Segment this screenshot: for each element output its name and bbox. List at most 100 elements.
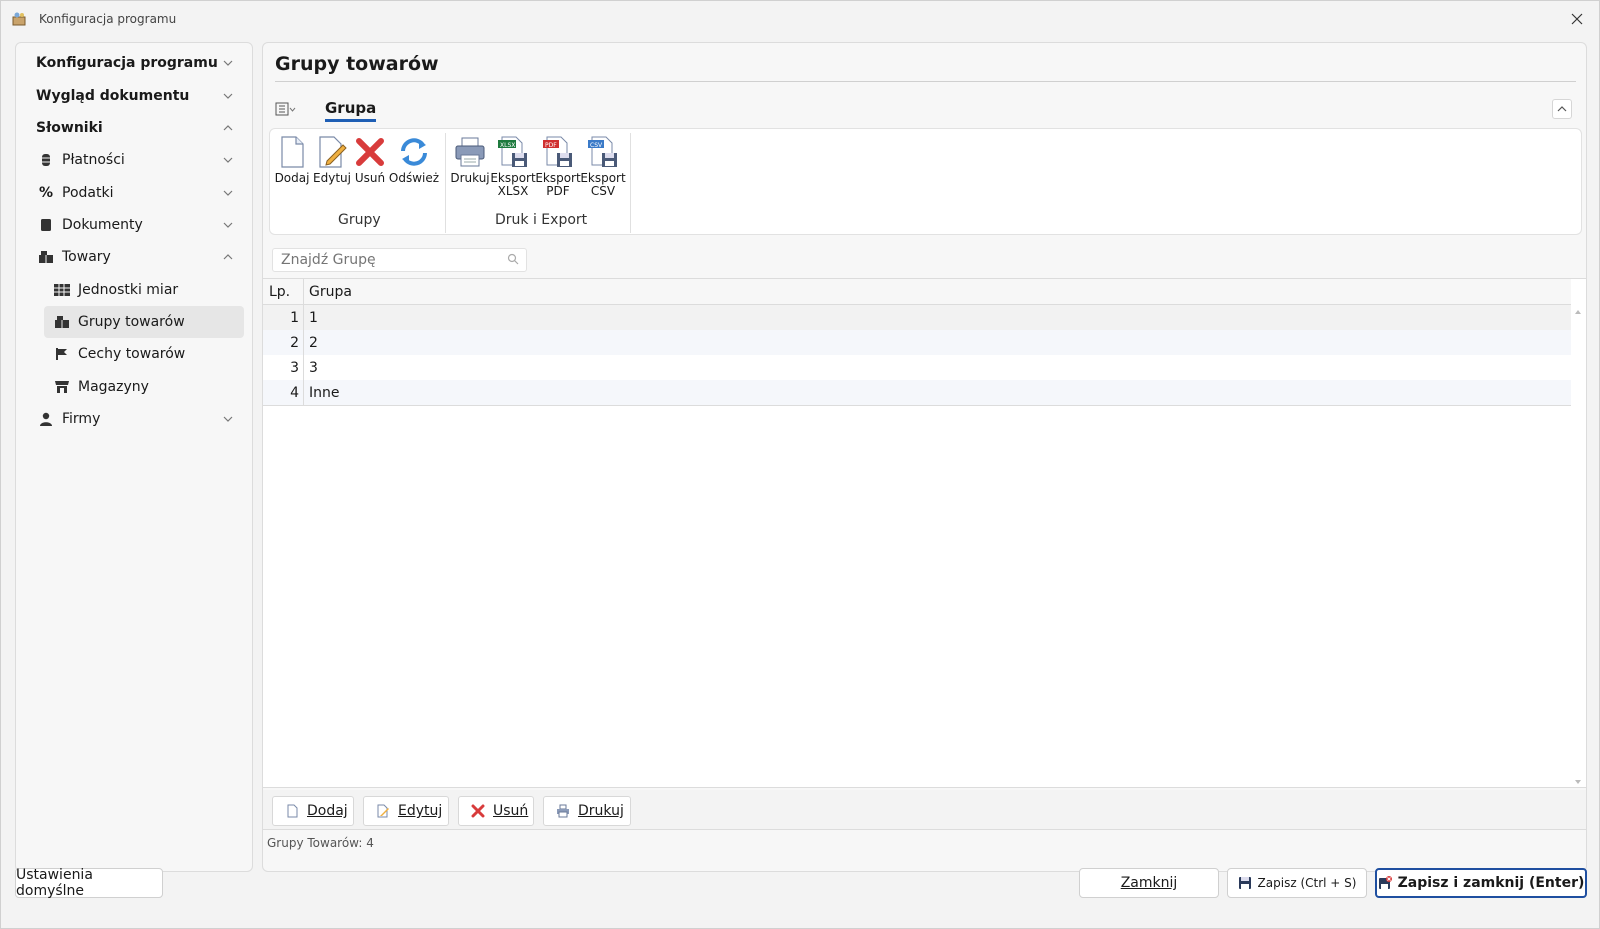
sidebar-item-dokumenty[interactable]: Dokumenty <box>16 209 252 241</box>
defaults-button[interactable]: Ustawienia domyślne <box>15 867 163 899</box>
ribbon-export-csv-button[interactable]: CSV Eksport CSV <box>580 135 626 198</box>
title-divider <box>275 81 1576 82</box>
edit-document-icon <box>319 136 347 168</box>
add-button-label: Dodaj <box>307 803 348 819</box>
coins-icon <box>38 152 54 168</box>
sidebar-item-konfiguracja[interactable]: Konfiguracja programu <box>16 47 252 79</box>
search-input[interactable] <box>272 248 527 272</box>
export-pdf-icon: PDF <box>543 136 572 167</box>
sidebar-item-grupy-towarow[interactable]: Grupy towarów <box>44 306 244 338</box>
ribbon-export-xlsx-button[interactable]: XLSX Eksport XLSX <box>490 135 536 198</box>
sidebar-item-label: Magazyny <box>78 379 149 395</box>
delete-button[interactable]: Usuń <box>458 796 534 826</box>
ribbon-edit-button[interactable]: Edytuj <box>313 135 351 185</box>
chevron-up-icon <box>223 254 233 260</box>
cell-lp: 4 <box>290 385 299 401</box>
ribbon-add-button[interactable]: Dodaj <box>275 135 309 185</box>
sidebar-item-label: Podatki <box>62 185 114 201</box>
table-row[interactable]: 4 Inne <box>263 380 1571 406</box>
ribbon-refresh-button[interactable]: Odśwież <box>389 135 439 185</box>
sidebar-item-cechy[interactable]: Cechy towarów <box>16 338 252 370</box>
sidebar-item-firmy[interactable]: Firmy <box>16 403 252 435</box>
table-row[interactable]: 2 2 <box>263 330 1571 356</box>
ribbon-collapse-button[interactable] <box>1552 99 1572 119</box>
cell-grupa: 2 <box>309 335 318 351</box>
edit-document-icon <box>377 804 389 818</box>
ribbon: Dodaj Edytuj Usuń Odśwież Grupy Drukuj X… <box>269 128 1582 235</box>
svg-text:XLSX: XLSX <box>500 142 515 149</box>
column-header-lp[interactable]: Lp. <box>269 284 290 300</box>
sidebar-item-label: Płatności <box>62 152 125 168</box>
ribbon-edit-label: Edytuj <box>313 171 351 185</box>
boxes-icon <box>38 249 54 265</box>
user-icon <box>38 411 54 427</box>
edit-button[interactable]: Edytuj <box>363 796 449 826</box>
window-title: Konfiguracja programu <box>39 12 177 26</box>
flag-icon <box>54 346 70 362</box>
sidebar-item-wyglad[interactable]: Wygląd dokumentu <box>16 80 252 112</box>
ribbon-print-button[interactable]: Drukuj <box>450 135 490 185</box>
vertical-scrollbar[interactable] <box>1571 305 1585 787</box>
save-and-close-button[interactable]: Zapisz i zamknij (Enter) <box>1375 868 1587 898</box>
tab-grupa[interactable]: Grupa <box>325 99 377 122</box>
delete-button-label: Usuń <box>493 803 529 819</box>
cell-lp: 2 <box>290 335 299 351</box>
add-button[interactable]: Dodaj <box>272 796 354 826</box>
export-xlsx-icon: XLSX <box>498 136 527 167</box>
sidebar-item-label: Wygląd dokumentu <box>36 88 190 104</box>
sidebar-item-towary[interactable]: Towary <box>16 241 252 273</box>
sidebar: Konfiguracja programu Wygląd dokumentu S… <box>15 42 253 872</box>
ribbon-tab-bar: Grupa <box>269 94 1582 124</box>
ribbon-menu-icon[interactable] <box>275 101 297 117</box>
ribbon-delete-button[interactable]: Usuń <box>354 135 386 185</box>
table-row[interactable]: 1 1 <box>263 305 1571 331</box>
svg-text:PDF: PDF <box>545 142 557 149</box>
sidebar-item-magazyny[interactable]: Magazyny <box>16 371 252 403</box>
search-icon <box>507 253 519 265</box>
groups-grid: Lp. Grupa 1 1 2 2 3 3 4 Inne <box>263 278 1586 788</box>
sidebar-item-label: Konfiguracja programu <box>36 55 218 71</box>
save-and-close-label: Zapisz i zamknij (Enter) <box>1397 875 1585 891</box>
ribbon-export-csv-label-2: CSV <box>590 184 616 198</box>
save-button[interactable]: Zapisz (Ctrl + S) <box>1227 868 1367 898</box>
printer-icon <box>455 137 485 167</box>
delete-icon <box>356 138 384 166</box>
close-button[interactable]: Zamknij <box>1079 868 1219 898</box>
chevron-down-icon <box>223 222 233 228</box>
close-window-button[interactable] <box>1567 9 1587 29</box>
percent-icon: % <box>38 185 54 201</box>
ribbon-group-label-grupy: Grupy <box>338 212 381 228</box>
close-button-label: Zamknij <box>1120 875 1178 891</box>
cell-lp: 3 <box>290 360 299 376</box>
sidebar-item-platnosci[interactable]: Płatności <box>16 144 252 176</box>
printer-icon <box>557 804 569 818</box>
config-window: Konfiguracja programu Konfiguracja progr… <box>0 0 1600 929</box>
save-close-icon <box>1378 876 1392 889</box>
cell-lp: 1 <box>290 310 299 326</box>
column-divider <box>303 305 304 330</box>
chevron-down-icon <box>223 416 233 422</box>
ribbon-export-pdf-button[interactable]: PDF Eksport PDF <box>535 135 581 198</box>
sidebar-item-slowniki[interactable]: Słowniki <box>16 112 252 144</box>
scroll-up-icon <box>1575 310 1581 314</box>
print-button[interactable]: Drukuj <box>543 796 631 826</box>
sidebar-item-jednostki[interactable]: Jednostki miar <box>16 274 252 306</box>
document-icon <box>38 217 54 233</box>
table-row[interactable]: 3 3 <box>263 355 1571 381</box>
export-csv-icon: CSV <box>588 136 617 167</box>
save-button-label: Zapisz (Ctrl + S) <box>1257 876 1357 890</box>
column-divider <box>303 380 304 405</box>
sidebar-item-label: Towary <box>62 249 111 265</box>
ribbon-group-separator <box>630 133 631 233</box>
sidebar-item-label: Dokumenty <box>62 217 143 233</box>
cell-grupa: 3 <box>309 360 318 376</box>
sidebar-item-label: Firmy <box>62 411 101 427</box>
sidebar-item-label: Słowniki <box>36 120 103 136</box>
sidebar-item-podatki[interactable]: % Podatki <box>16 177 252 209</box>
refresh-icon <box>401 138 427 166</box>
sidebar-item-label: Jednostki miar <box>78 282 179 298</box>
grid-header: Lp. Grupa <box>263 279 1571 305</box>
table-icon <box>54 282 70 298</box>
column-header-grupa[interactable]: Grupa <box>309 284 352 300</box>
column-divider <box>303 355 304 380</box>
